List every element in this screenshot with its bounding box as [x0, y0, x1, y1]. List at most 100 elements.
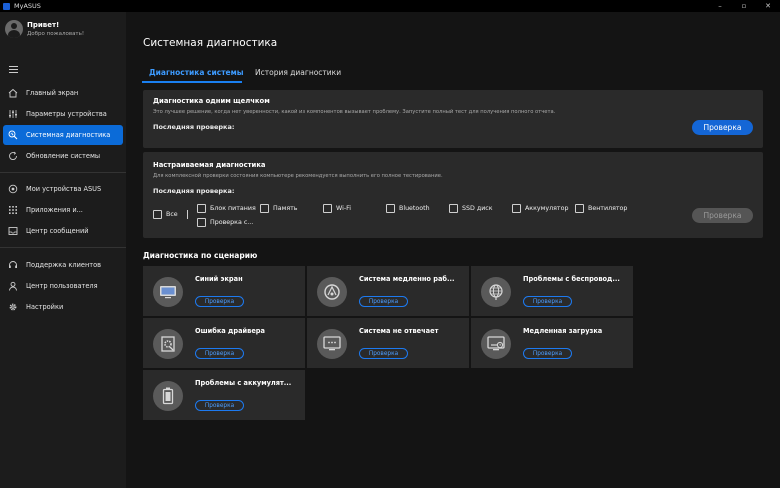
scenario-check-button[interactable]: Проверка [359, 296, 408, 307]
sidebar-item-label: Поддержка клиентов [26, 261, 102, 269]
sidebar-item-message-center[interactable]: Центр сообщений [3, 221, 123, 241]
scenario-check-button[interactable]: Проверка [195, 296, 244, 307]
checkbox-box[interactable] [260, 204, 269, 213]
message-icon [8, 226, 18, 236]
headset-icon [8, 260, 18, 270]
sidebar-item-label: Обновление системы [26, 152, 101, 160]
sidebar-item-label: Приложения и... [26, 206, 83, 214]
checkbox-box[interactable] [197, 204, 206, 213]
one-click-title: Диагностика одним щелчком [153, 97, 270, 105]
one-click-diagnostics-card: Диагностика одним щелчком Это лучшее реш… [143, 90, 763, 148]
main-content: Системная диагностика Диагностика систем… [126, 12, 780, 488]
diagnostic-icon [8, 130, 18, 140]
checkbox-all[interactable]: Все [153, 210, 178, 219]
checkbox-box[interactable] [575, 204, 584, 213]
sidebar-item-label: Параметры устройства [26, 110, 107, 118]
scenario-section-title: Диагностика по сценарию [143, 251, 258, 260]
sliders-icon [8, 109, 18, 119]
gear-icon [8, 302, 18, 312]
scenario-card-slow-system[interactable]: Система медленно раб... Проверка [307, 266, 469, 316]
custom-check-button[interactable]: Проверка [692, 208, 753, 223]
sidebar-item-my-devices[interactable]: Мои устройства ASUS [3, 179, 123, 199]
checkbox-fan[interactable]: Вентилятор [575, 204, 627, 213]
maximize-button[interactable]: ▫ [732, 0, 756, 12]
wireless-icon [481, 277, 511, 307]
title-bar: MyASUS – ▫ ✕ [0, 0, 780, 12]
sidebar-item-label: Центр пользователя [26, 282, 98, 290]
scenario-title: Проблемы с беспровод... [523, 275, 620, 283]
checkbox-ssd[interactable]: SSD диск [449, 204, 493, 213]
not-responding-icon [317, 329, 347, 359]
checkbox-power-supply[interactable]: Блок питания [197, 204, 256, 213]
sidebar-item-user-center[interactable]: Центр пользователя [3, 276, 123, 296]
checkbox-box[interactable] [449, 204, 458, 213]
scenario-card-not-responding[interactable]: Система не отвечает Проверка [307, 318, 469, 368]
blue-screen-icon [153, 277, 183, 307]
scenario-check-button[interactable]: Проверка [195, 400, 244, 411]
checkbox-box[interactable] [323, 204, 332, 213]
sidebar-item-label: Мои устройства ASUS [26, 185, 102, 193]
app-title: MyASUS [14, 2, 41, 10]
sidebar-item-label: Главный экран [26, 89, 79, 97]
scenario-check-button[interactable]: Проверка [523, 348, 572, 359]
sidebar-item-customer-support[interactable]: Поддержка клиентов [3, 255, 123, 275]
sidebar-item-label: Настройки [26, 303, 64, 311]
sidebar-item-system-diagnostics[interactable]: Системная диагностика [3, 125, 123, 145]
custom-diagnostics-card: Настраиваемая диагностика Для комплексно… [143, 152, 763, 238]
minimize-button[interactable]: – [708, 0, 732, 12]
sidebar-item-device-settings[interactable]: Параметры устройства [3, 104, 123, 124]
checkbox-box[interactable] [197, 218, 206, 227]
battery-icon [153, 381, 183, 411]
scenario-card-wireless[interactable]: Проблемы с беспровод... Проверка [471, 266, 633, 316]
update-icon [8, 151, 18, 161]
checkbox-wifi[interactable]: Wi-Fi [323, 204, 351, 213]
checkbox-battery[interactable]: Аккумулятор [512, 204, 568, 213]
slow-system-icon [317, 277, 347, 307]
custom-desc: Для комплексной проверки состояния компь… [153, 173, 443, 179]
checkbox-check-other[interactable]: Проверка с... [197, 218, 253, 227]
page-title: Системная диагностика [143, 37, 278, 49]
sidebar-item-settings[interactable]: Настройки [3, 297, 123, 317]
scenario-title: Ошибка драйвера [195, 327, 265, 335]
user-icon [8, 281, 18, 291]
custom-last-check: Последняя проверка: [153, 187, 235, 195]
scenario-card-battery[interactable]: Проблемы с аккумулят... Проверка [143, 370, 305, 420]
user-greeting: Привет! [27, 21, 60, 29]
scenario-check-button[interactable]: Проверка [195, 348, 244, 359]
scenario-check-button[interactable]: Проверка [523, 296, 572, 307]
sidebar-item-apps[interactable]: Приложения и... [3, 200, 123, 220]
menu-icon[interactable] [9, 66, 18, 73]
sidebar-divider [0, 172, 126, 173]
scenario-check-button[interactable]: Проверка [359, 348, 408, 359]
sidebar: Привет! Добро пожаловать! Главный экран … [0, 12, 126, 488]
scenario-card-driver-error[interactable]: Ошибка драйвера Проверка [143, 318, 305, 368]
one-click-check-button[interactable]: Проверка [692, 120, 753, 135]
checkbox-box[interactable] [386, 204, 395, 213]
sidebar-divider [0, 247, 126, 248]
driver-error-icon [153, 329, 183, 359]
scenario-title: Медленная загрузка [523, 327, 603, 335]
checkbox-memory[interactable]: Память [260, 204, 298, 213]
scenario-title: Система медленно раб... [359, 275, 455, 283]
user-profile[interactable]: Привет! Добро пожаловать! [5, 20, 84, 38]
sidebar-item-label: Центр сообщений [26, 227, 89, 235]
scenario-card-blue-screen[interactable]: Синий экран Проверка [143, 266, 305, 316]
home-icon [8, 88, 18, 98]
custom-title: Настраиваемая диагностика [153, 161, 266, 169]
close-button[interactable]: ✕ [756, 0, 780, 12]
asus-logo-icon [3, 2, 10, 10]
one-click-desc: Это лучшее решение, когда нет уверенност… [153, 109, 556, 115]
checkbox-all-box[interactable] [153, 210, 162, 219]
user-welcome: Добро пожаловать! [27, 31, 85, 37]
checkbox-divider [187, 210, 188, 219]
checkbox-bluetooth[interactable]: Bluetooth [386, 204, 430, 213]
sidebar-item-label: Системная диагностика [26, 131, 111, 139]
scenario-card-slow-boot[interactable]: Медленная загрузка Проверка [471, 318, 633, 368]
sidebar-item-system-update[interactable]: Обновление системы [3, 146, 123, 166]
tab-diagnostics-history[interactable]: История диагностики [255, 68, 341, 81]
avatar [5, 20, 23, 38]
tab-system-diagnostics[interactable]: Диагностика системы [149, 68, 244, 81]
checkbox-box[interactable] [512, 204, 521, 213]
sidebar-item-home[interactable]: Главный экран [3, 83, 123, 103]
scenario-title: Проблемы с аккумулят... [195, 379, 292, 387]
